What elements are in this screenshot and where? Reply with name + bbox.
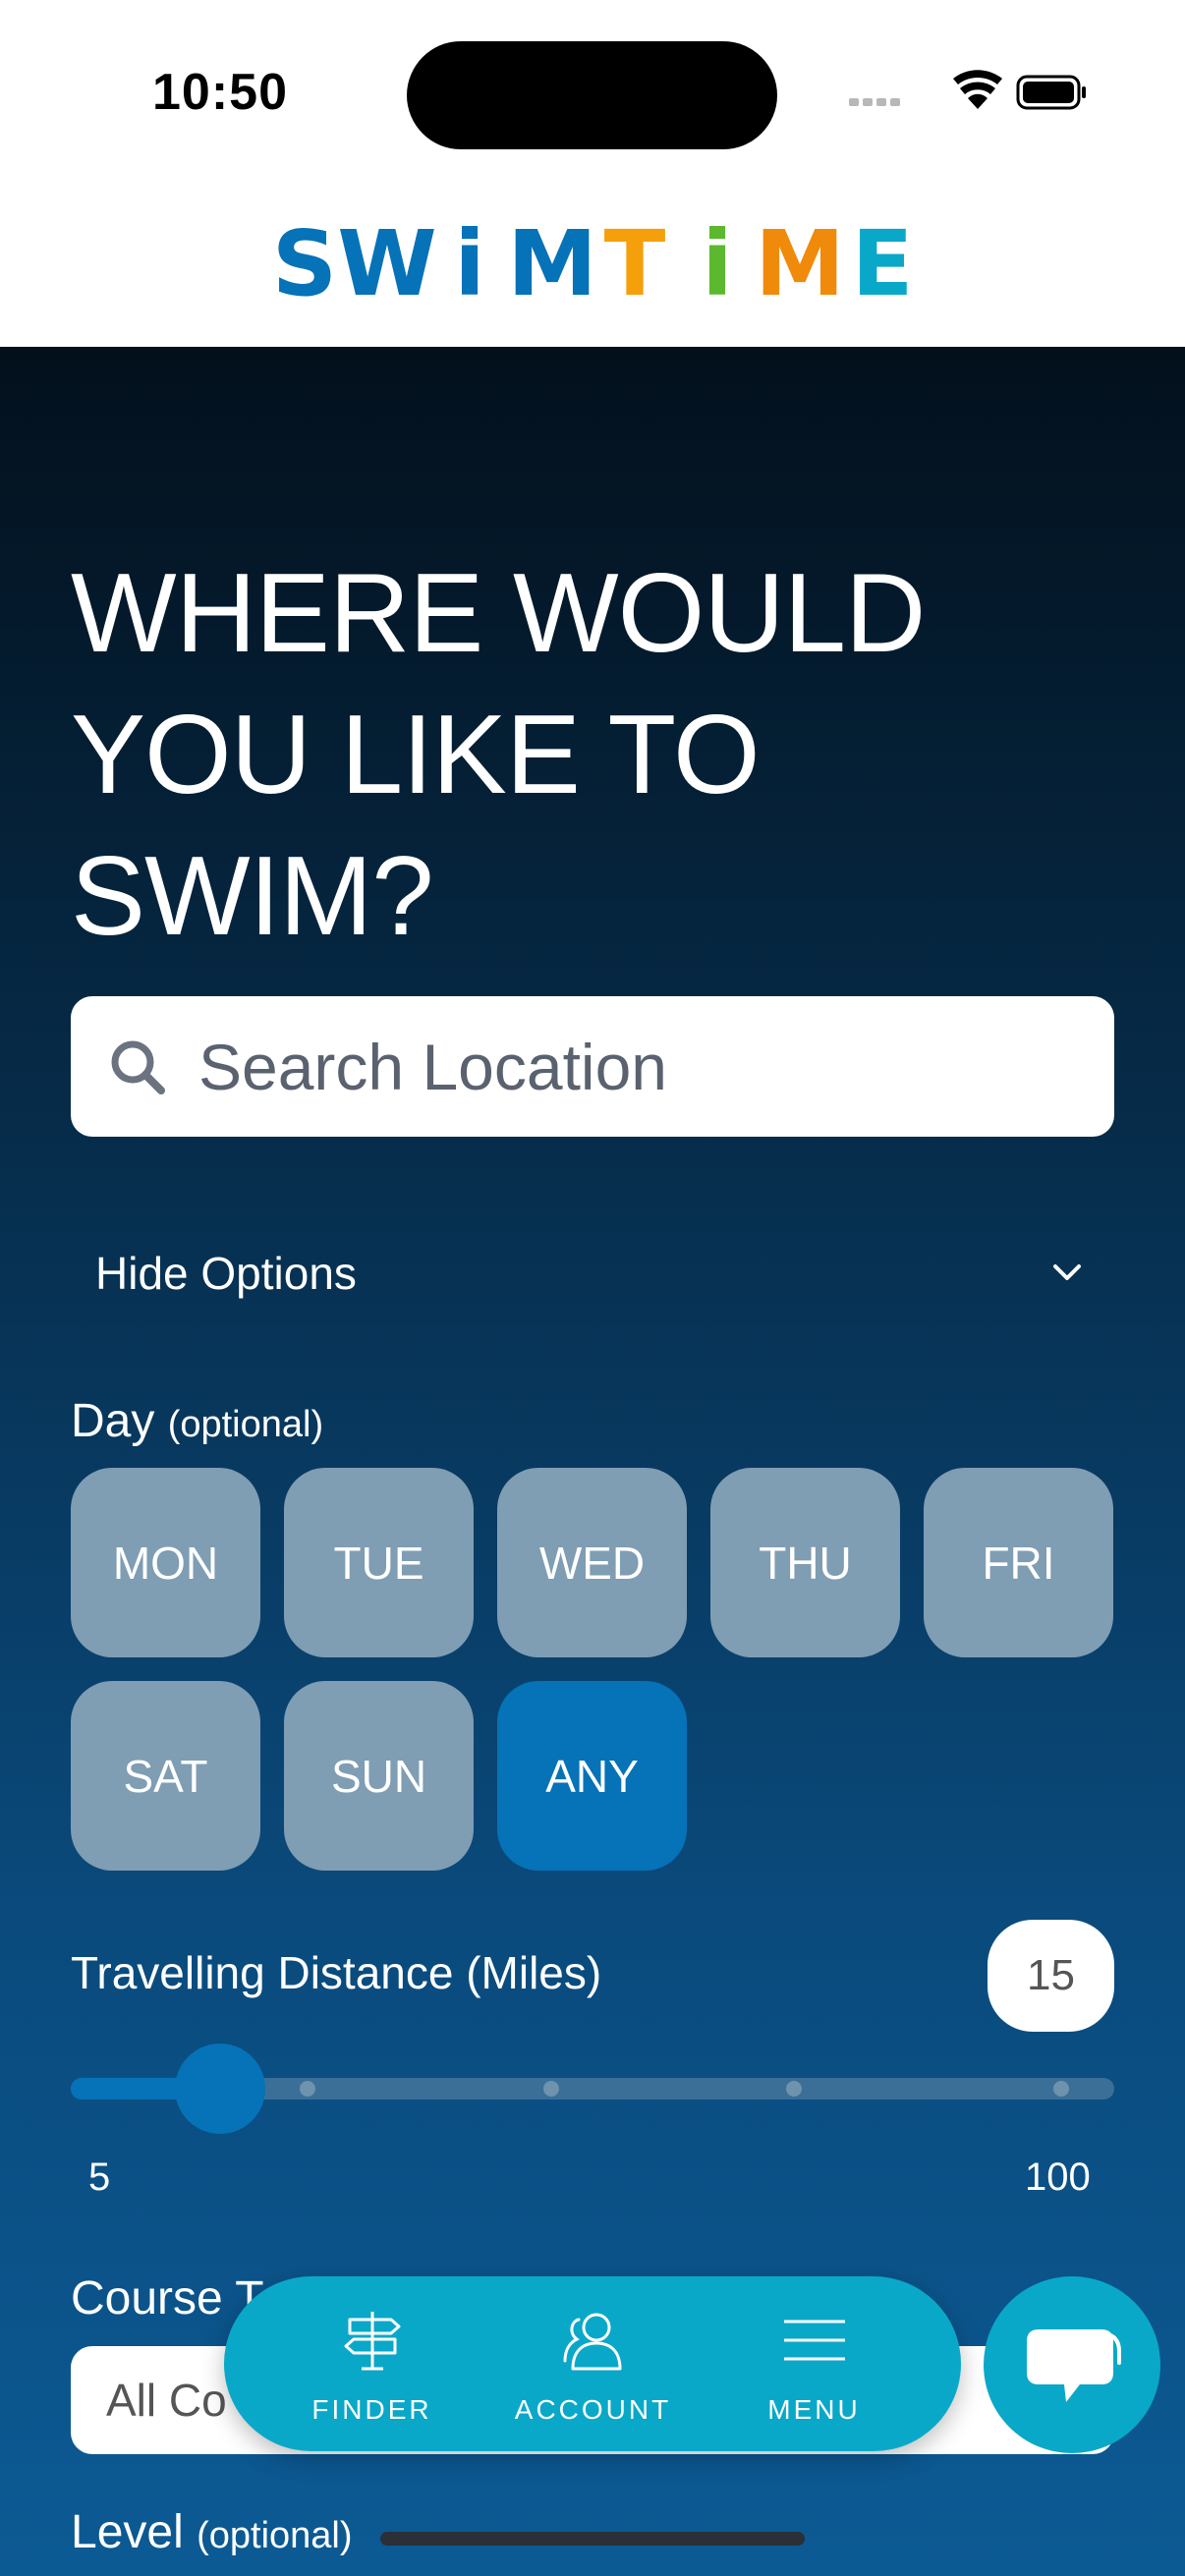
hide-options-toggle[interactable]: Hide Options [71,1211,1114,1329]
app-header: SWiMTiME [0,187,1185,347]
slider-step-dot [543,2081,559,2097]
day-button-sun[interactable]: SUN [284,1681,474,1871]
cellular-signal-icon [849,98,900,106]
nav-item-finder[interactable]: FINDER [261,2276,482,2451]
logo-letter: T [604,224,666,303]
chat-button[interactable] [984,2276,1160,2453]
status-icons [849,70,1086,110]
day-button-mon[interactable]: MON [71,1468,260,1657]
day-button-wed[interactable]: WED [497,1468,687,1657]
chevron-down-icon [1053,1264,1081,1280]
status-time: 10:50 [152,64,288,121]
slider-step-dot [300,2081,315,2097]
wifi-icon [953,70,1002,109]
finder-panel: WHERE WOULD YOU LIKE TO SWIM? Hide Optio… [0,347,1185,2576]
status-bar: 10:50 [0,0,1185,187]
day-button-sat[interactable]: SAT [71,1681,260,1871]
distance-min: 5 [88,2156,111,2199]
logo-letter: M [755,224,845,303]
logo-letter: i [454,224,485,303]
options-toggle-label: Hide Options [95,1248,357,1299]
nav-item-menu[interactable]: MENU [704,2276,925,2451]
day-button-any[interactable]: ANY [497,1681,687,1871]
dynamic-island [407,41,777,149]
day-button-thu[interactable]: THU [710,1468,900,1657]
search-icon [111,1040,165,1094]
bottom-nav: FINDER ACCOUNT MENU [224,2276,961,2451]
nav-item-account[interactable]: ACCOUNT [482,2276,704,2451]
hamburger-icon [784,2320,845,2361]
search-box[interactable] [71,996,1114,1137]
search-input[interactable] [198,996,1083,1137]
logo-letter: W [337,224,436,303]
logo-letter: E [852,224,914,303]
chat-bubble-icon [1027,2329,1121,2402]
distance-label: Travelling Distance (Miles) [71,1947,602,1998]
user-icon [563,2313,622,2371]
level-optional-text: (optional) [197,2515,353,2556]
signpost-icon [344,2312,401,2371]
home-indicator [380,2532,805,2546]
day-button-fri[interactable]: FRI [924,1468,1113,1657]
logo-letter: i [702,224,733,303]
nav-label-account: ACCOUNT [514,2394,672,2425]
day-label-text: Day [71,1395,155,1447]
slider-step-dot [1053,2081,1069,2097]
level-label: Level (optional) [71,2505,353,2559]
swimtime-logo[interactable]: SWiMTiME [263,224,924,303]
nav-label-menu: MENU [767,2394,861,2425]
distance-slider-thumb[interactable] [174,2044,265,2134]
slider-step-dot [786,2081,802,2097]
nav-label-finder: FINDER [311,2394,432,2425]
course-type-value: All Co [106,2375,227,2426]
battery-icon [1016,75,1086,110]
page-title: WHERE WOULD YOU LIKE TO SWIM? [71,551,926,959]
day-optional-text: (optional) [167,1404,324,1445]
level-label-text: Level [71,2506,184,2558]
logo-letter: S [272,224,337,303]
course-type-label: Course T [71,2272,264,2324]
distance-value[interactable]: 15 [988,1920,1114,2032]
logo-letter: M [507,224,597,303]
distance-max: 100 [1025,2156,1091,2199]
day-label: Day (optional) [71,1394,323,1448]
day-button-tue[interactable]: TUE [284,1468,474,1657]
